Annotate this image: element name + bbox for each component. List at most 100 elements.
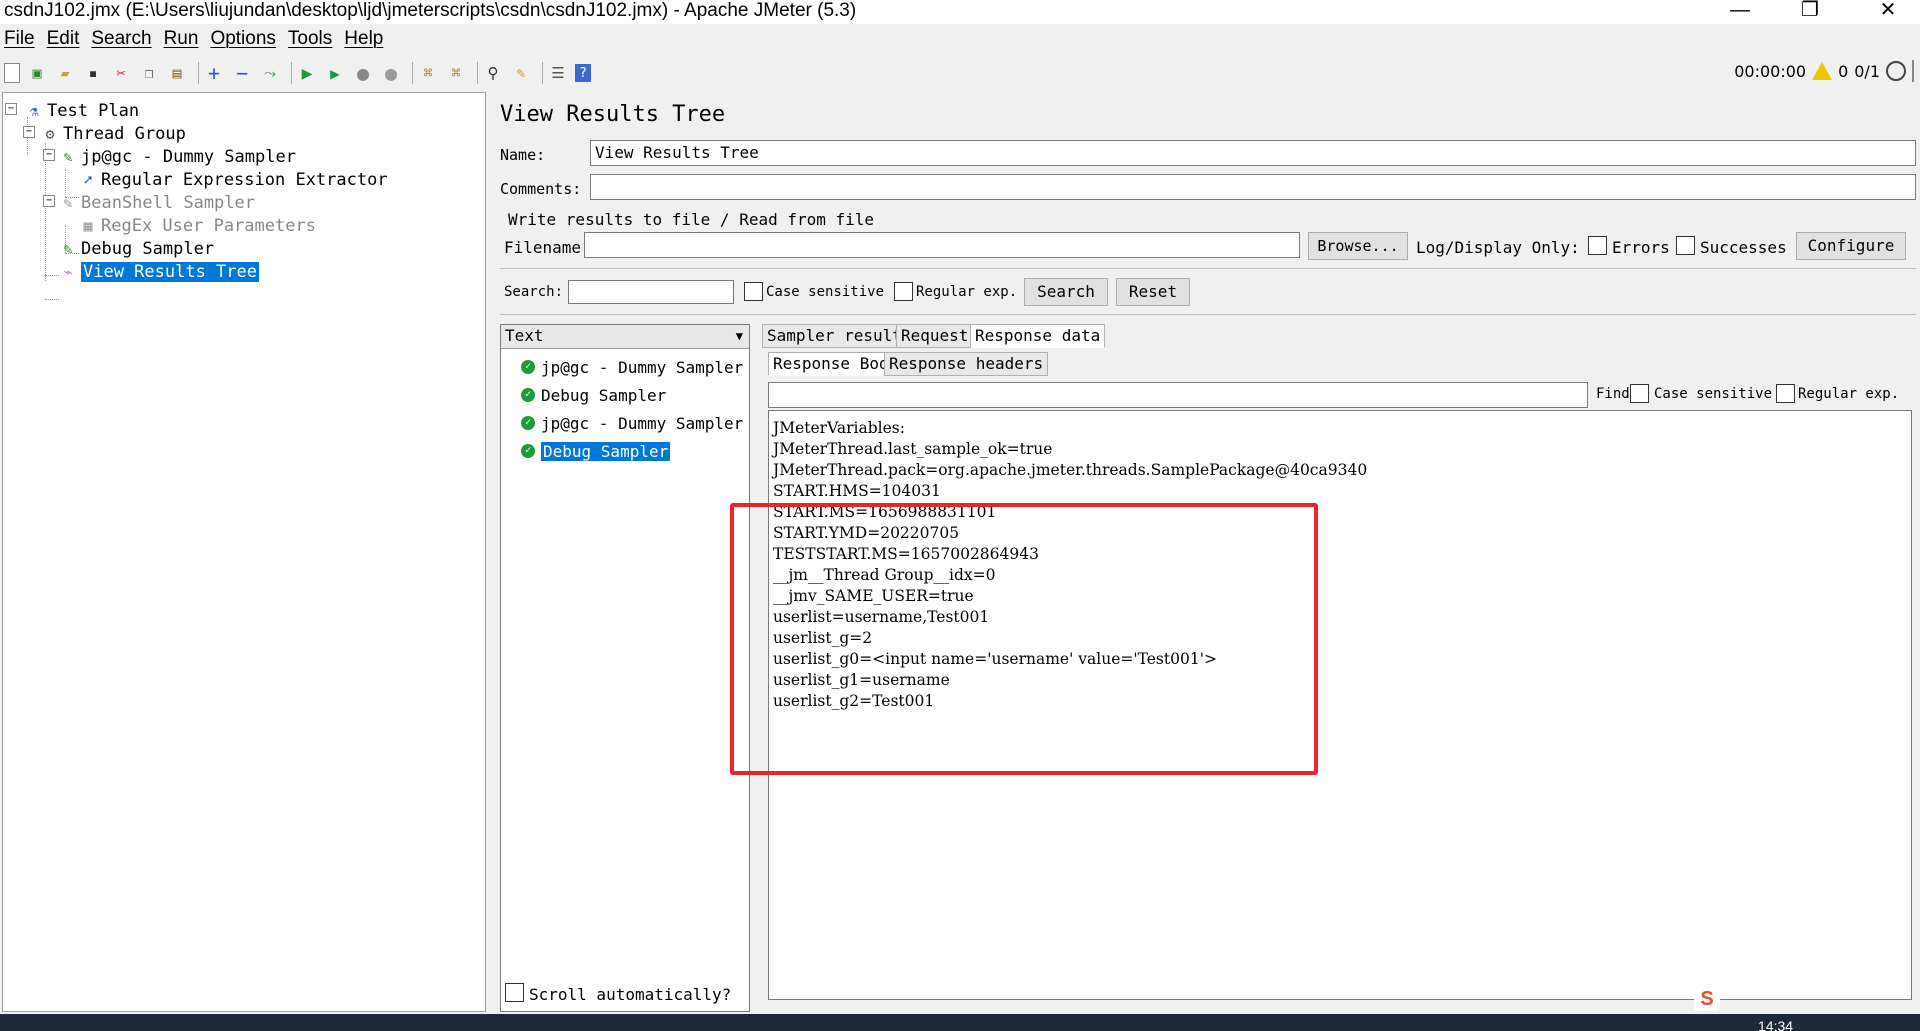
tree-node-thread-group[interactable]: ⚙ Thread Group — [41, 122, 186, 146]
clear-all-icon[interactable]: ⌘ — [445, 62, 467, 84]
menu-file[interactable]: File — [4, 28, 35, 54]
splitter[interactable] — [500, 314, 1916, 315]
tree-node-label: Test Plan — [47, 101, 140, 121]
menu-help[interactable]: Help — [344, 28, 383, 54]
tab-response-data[interactable]: Response data — [970, 324, 1106, 348]
warning-count: 0 — [1838, 61, 1849, 81]
success-shield-icon: ✓ — [521, 388, 535, 402]
templates-icon[interactable]: ▣ — [26, 62, 48, 84]
menu-run[interactable]: Run — [164, 28, 199, 54]
find-label: Find — [1596, 386, 1630, 402]
search-icon[interactable]: ⚲ — [482, 62, 504, 84]
configure-button[interactable]: Configure — [1796, 232, 1906, 260]
successes-label: Successes — [1700, 238, 1787, 257]
filename-field[interactable] — [584, 232, 1300, 258]
name-field[interactable]: View Results Tree — [590, 140, 1916, 166]
status-area: 00:00:00 0 0/1 — [1734, 60, 1914, 82]
expand-icon[interactable]: + — [203, 61, 225, 85]
toolbar-edge — [1912, 60, 1914, 82]
new-icon[interactable] — [4, 63, 20, 83]
help-icon[interactable]: ? — [575, 64, 591, 82]
tree-node-label: RegEx User Parameters — [101, 216, 316, 236]
page-title: View Results Tree — [500, 102, 726, 127]
regular-exp-label: Regular exp. — [916, 284, 1018, 300]
collapse-toggle[interactable]: − — [5, 103, 17, 115]
menu-tools[interactable]: Tools — [288, 28, 332, 54]
tree-node-debug-sampler[interactable]: ✎ Debug Sampler — [59, 237, 214, 261]
tab-response-headers[interactable]: Response headers — [884, 352, 1049, 376]
tree-node-beanshell-sampler[interactable]: ✎ BeanShell Sampler — [59, 191, 255, 215]
warning-icon[interactable] — [1812, 62, 1833, 80]
menu-edit[interactable]: Edit — [47, 28, 80, 54]
search-input[interactable] — [568, 280, 734, 304]
restore-button[interactable]: ❐ — [1780, 0, 1840, 22]
red-highlight-box — [730, 503, 1318, 775]
browse-button[interactable]: Browse... — [1308, 232, 1408, 260]
result-item[interactable]: ✓ Debug Sampler — [521, 383, 666, 407]
tab-request[interactable]: Request — [896, 324, 974, 348]
success-shield-icon: ✓ — [521, 444, 535, 458]
find-input[interactable] — [768, 382, 1588, 408]
stop-icon[interactable]: ● — [352, 61, 374, 85]
tree-node-regex-user-parameters[interactable]: ▦ RegEx User Parameters — [79, 214, 316, 238]
log-display-label: Log/Display Only: — [1416, 238, 1580, 257]
tree-node-label: Thread Group — [63, 124, 186, 144]
find-case-sensitive-checkbox[interactable] — [1630, 384, 1649, 403]
comments-field[interactable] — [590, 174, 1916, 200]
cut-icon[interactable]: ✂ — [110, 62, 132, 84]
save-icon[interactable]: ▪ — [82, 62, 104, 84]
minimize-button[interactable]: — — [1710, 0, 1770, 22]
toolbar-separator — [198, 62, 199, 84]
find-regular-exp-checkbox[interactable] — [1776, 384, 1795, 403]
shutdown-icon[interactable]: ● — [380, 61, 402, 85]
toggle-icon[interactable]: ⤳ — [259, 62, 281, 84]
errors-checkbox[interactable] — [1588, 236, 1607, 255]
paste-icon[interactable]: ▤ — [166, 62, 188, 84]
tree-node-test-plan[interactable]: ⚗ Test Plan — [25, 99, 139, 123]
tree-node-label: View Results Tree — [81, 262, 259, 282]
tree-node-dummy-sampler[interactable]: ✎ jp@gc - Dummy Sampler — [59, 145, 295, 169]
open-icon[interactable]: ▰ — [54, 62, 76, 84]
start-no-pauses-icon[interactable]: ▶ — [324, 62, 346, 84]
elapsed-timer: 00:00:00 — [1734, 61, 1807, 81]
start-icon[interactable]: ▶ — [296, 62, 318, 84]
successes-checkbox[interactable] — [1676, 236, 1695, 255]
collapse-toggle[interactable]: − — [23, 126, 35, 138]
clear-icon[interactable]: ⌘ — [417, 62, 439, 84]
function-helper-icon[interactable]: ☰ — [547, 62, 569, 84]
regular-exp-checkbox[interactable] — [894, 282, 913, 301]
filename-label: Filename — [504, 238, 582, 257]
collapse-icon[interactable]: − — [231, 61, 253, 85]
menu-search[interactable]: Search — [91, 28, 151, 54]
reset-search-icon[interactable]: ✎ — [510, 62, 532, 84]
find-regular-exp-label: Regular exp. — [1798, 386, 1900, 402]
comments-label: Comments: — [500, 180, 582, 198]
tree-node-view-results-tree[interactable]: ⌁ View Results Tree — [59, 260, 259, 284]
scroll-auto-checkbox[interactable] — [505, 983, 524, 1002]
tab-response-body[interactable]: Response Body — [768, 352, 904, 376]
listener-icon: ⌁ — [63, 263, 73, 281]
menu-options[interactable]: Options — [210, 28, 275, 54]
copy-icon[interactable]: ❐ — [138, 62, 160, 84]
result-item-label: jp@gc - Dummy Sampler — [541, 357, 744, 377]
close-button[interactable]: ✕ — [1858, 0, 1918, 22]
reset-button[interactable]: Reset — [1116, 278, 1190, 306]
tree-node-regex-extractor[interactable]: ➚ Regular Expression Extractor — [79, 168, 387, 192]
name-label: Name: — [500, 146, 546, 164]
result-item[interactable]: ✓ Debug Sampler — [521, 439, 671, 463]
collapse-toggle[interactable]: − — [43, 149, 55, 161]
sogou-input-icon[interactable]: S — [1694, 987, 1720, 1011]
case-sensitive-checkbox[interactable] — [744, 282, 763, 301]
tree-node-label: BeanShell Sampler — [81, 193, 255, 213]
renderer-select[interactable]: Text ▼ — [501, 325, 749, 349]
taskbar — [0, 1014, 1920, 1031]
splitter[interactable] — [500, 268, 1916, 269]
toolbar-separator — [542, 62, 543, 84]
result-item[interactable]: ✓ jp@gc - Dummy Sampler — [521, 411, 743, 435]
clock[interactable]: 14:34 — [1758, 1018, 1793, 1031]
search-label: Search: — [504, 284, 564, 300]
result-item[interactable]: ✓ jp@gc - Dummy Sampler — [521, 355, 743, 379]
tab-sampler-result[interactable]: Sampler result — [762, 324, 907, 348]
collapse-toggle[interactable]: − — [43, 195, 55, 207]
search-button[interactable]: Search — [1024, 278, 1108, 306]
